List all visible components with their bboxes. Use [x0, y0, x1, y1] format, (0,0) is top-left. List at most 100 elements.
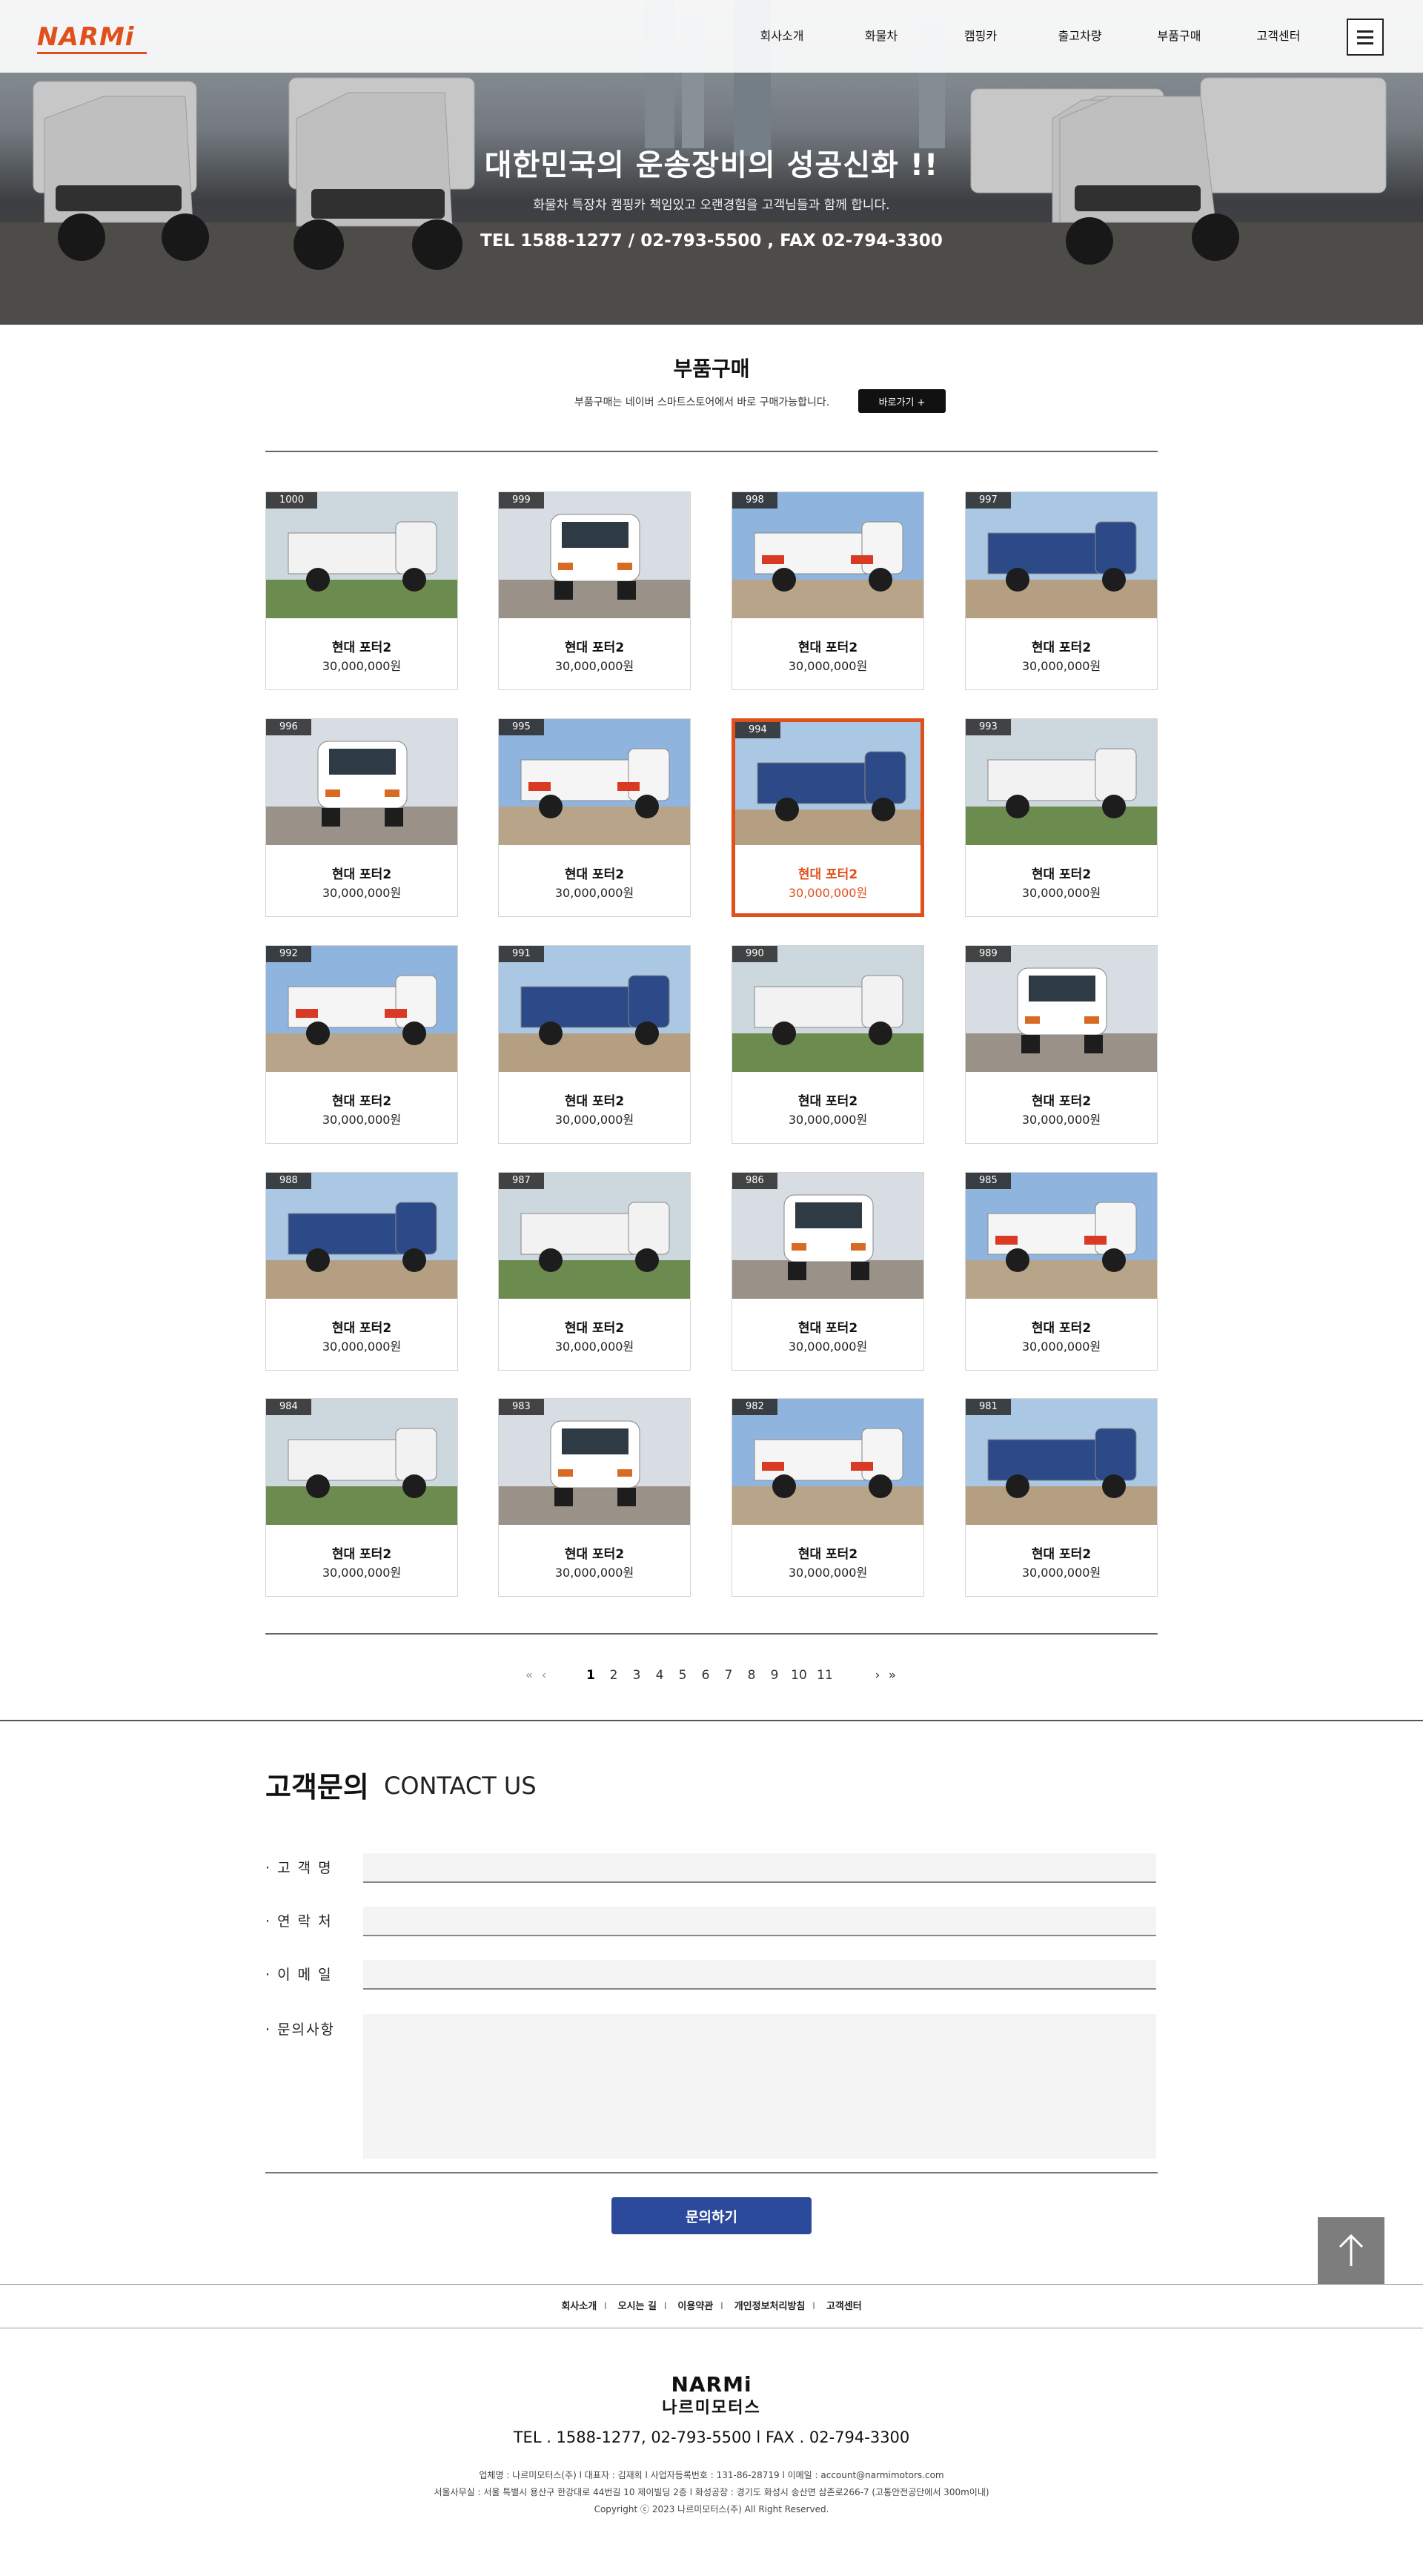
product-name: 현대 포터2	[331, 1321, 392, 1336]
truck-photo	[966, 719, 1157, 845]
product-price: 30,000,000원	[788, 886, 868, 900]
footer-link-privacy[interactable]: 개인정보처리방침	[734, 2301, 806, 2312]
phone-field[interactable]	[363, 1907, 1156, 1936]
footer-link-terms[interactable]: 이용약관	[677, 2301, 713, 2312]
product-name: 현대 포터2	[331, 640, 392, 655]
logo[interactable]: NARMi	[37, 22, 134, 52]
main-nav: 회사소개 화물차 캠핑카 출고차량 부품구매 고객센터	[734, 0, 1330, 73]
page-link[interactable]: 11	[815, 1668, 835, 1683]
footer-link-company[interactable]: 회사소개	[561, 2301, 597, 2312]
product-name: 현대 포터2	[331, 867, 392, 882]
product-price: 30,000,000원	[554, 886, 634, 900]
truck-photo	[499, 492, 690, 618]
product-name: 현대 포터2	[564, 867, 625, 882]
scroll-top-button[interactable]	[1318, 2217, 1384, 2284]
email-field[interactable]	[363, 1960, 1156, 1990]
product-name: 현대 포터2	[564, 1321, 625, 1336]
page-link[interactable]: 1	[580, 1668, 601, 1683]
product-card[interactable]: 993 현대 포터2 30,000,000원	[965, 718, 1158, 917]
product-photo	[499, 1173, 690, 1299]
page-link[interactable]: 6	[695, 1668, 716, 1683]
hero-contact-numbers: TEL 1588-1277 / 02-793-5500 , FAX 02-794…	[480, 231, 943, 251]
product-card[interactable]: 998 현대 포터2 30,000,000원	[732, 491, 924, 690]
product-photo	[266, 1399, 457, 1525]
product-card[interactable]: 1000 현대 포터2 30,000,000원	[265, 491, 458, 690]
message-field[interactable]	[363, 2014, 1156, 2159]
product-card[interactable]: 992 현대 포터2 30,000,000원	[265, 945, 458, 1144]
section-title: 부품구매	[673, 357, 750, 381]
product-card[interactable]: 989 현대 포터2 30,000,000원	[965, 945, 1158, 1144]
page-link[interactable]: 8	[741, 1668, 762, 1683]
nav-released-vehicles[interactable]: 출고차량	[1032, 0, 1128, 73]
product-number-badge: 992	[266, 946, 311, 962]
product-card[interactable]: 982 현대 포터2 30,000,000원	[732, 1398, 924, 1597]
product-number-badge: 985	[966, 1173, 1011, 1189]
footer-logo: NARMi	[671, 2372, 752, 2397]
nav-customer-center[interactable]: 고객센터	[1230, 0, 1327, 73]
truck-photo	[266, 492, 457, 618]
product-photo	[966, 1173, 1157, 1299]
product-price: 30,000,000원	[788, 659, 868, 673]
nav-company[interactable]: 회사소개	[734, 0, 830, 73]
product-price: 30,000,000원	[322, 659, 402, 673]
page-link[interactable]: 9	[764, 1668, 785, 1683]
product-number-badge: 993	[966, 719, 1011, 735]
product-photo	[499, 492, 690, 618]
product-number-badge: 991	[499, 946, 544, 962]
product-card[interactable]: 990 현대 포터2 30,000,000원	[732, 945, 924, 1144]
product-number-badge: 981	[966, 1399, 1011, 1415]
product-price: 30,000,000원	[1021, 659, 1101, 673]
product-price: 30,000,000원	[554, 659, 634, 673]
nav-truck[interactable]: 화물차	[833, 0, 929, 73]
product-card[interactable]: 983 현대 포터2 30,000,000원	[498, 1398, 691, 1597]
phone-label: · 연 락 처	[265, 1913, 333, 1930]
page-link[interactable]: 2	[603, 1668, 624, 1683]
prev-page-icon[interactable]: ‹	[534, 1668, 554, 1683]
submit-inquiry-button[interactable]: 문의하기	[611, 2197, 812, 2234]
truck-photo	[266, 1399, 457, 1525]
page-link[interactable]: 5	[672, 1668, 693, 1683]
product-card[interactable]: 985 현대 포터2 30,000,000원	[965, 1172, 1158, 1371]
product-number-badge: 998	[732, 492, 777, 509]
nav-parts[interactable]: 부품구매	[1131, 0, 1227, 73]
page-link[interactable]: 4	[649, 1668, 670, 1683]
hamburger-menu-button[interactable]	[1347, 19, 1384, 56]
product-card[interactable]: 995 현대 포터2 30,000,000원	[498, 718, 691, 917]
hero-subtitle: 화물차 특장차 캠핑카 책임있고 오랜경험을 고객님들과 함께 합니다.	[533, 198, 890, 213]
product-name: 현대 포터2	[1031, 1321, 1092, 1336]
truck-photo	[966, 1173, 1157, 1299]
product-number-badge: 988	[266, 1173, 311, 1189]
product-card[interactable]: 999 현대 포터2 30,000,000원	[498, 491, 691, 690]
hamburger-icon	[1357, 30, 1373, 33]
go-to-store-button[interactable]: 바로가기 +	[858, 389, 946, 413]
product-card[interactable]: 997 현대 포터2 30,000,000원	[965, 491, 1158, 690]
product-card[interactable]: 994 현대 포터2 30,000,000원	[732, 718, 924, 917]
nav-camping-car[interactable]: 캠핑카	[932, 0, 1029, 73]
name-field[interactable]	[363, 1853, 1156, 1883]
page-link[interactable]: 10	[789, 1668, 809, 1683]
product-card[interactable]: 991 현대 포터2 30,000,000원	[498, 945, 691, 1144]
product-photo	[732, 1399, 923, 1525]
product-photo	[732, 492, 923, 618]
email-label: · 이 메 일	[265, 1967, 333, 1983]
footer-link-support[interactable]: 고객센터	[826, 2301, 862, 2312]
product-name: 현대 포터2	[564, 1547, 625, 1562]
product-card[interactable]: 987 현대 포터2 30,000,000원	[498, 1172, 691, 1371]
truck-photo	[499, 1399, 690, 1525]
product-price: 30,000,000원	[322, 1566, 402, 1580]
product-card[interactable]: 988 현대 포터2 30,000,000원	[265, 1172, 458, 1371]
truck-photo	[732, 946, 923, 1072]
product-card[interactable]: 986 현대 포터2 30,000,000원	[732, 1172, 924, 1371]
last-page-icon[interactable]: »	[882, 1668, 903, 1683]
product-name: 현대 포터2	[1031, 640, 1092, 655]
footer-link-location[interactable]: 오시는 길	[618, 2301, 657, 2312]
page-link[interactable]: 3	[626, 1668, 647, 1683]
truck-photo	[266, 946, 457, 1072]
product-card[interactable]: 996 현대 포터2 30,000,000원	[265, 718, 458, 917]
product-photo	[266, 1173, 457, 1299]
product-card[interactable]: 981 현대 포터2 30,000,000원	[965, 1398, 1158, 1597]
page-link[interactable]: 7	[718, 1668, 739, 1683]
section-separator	[0, 1720, 1423, 1721]
product-photo	[966, 946, 1157, 1072]
product-card[interactable]: 984 현대 포터2 30,000,000원	[265, 1398, 458, 1597]
